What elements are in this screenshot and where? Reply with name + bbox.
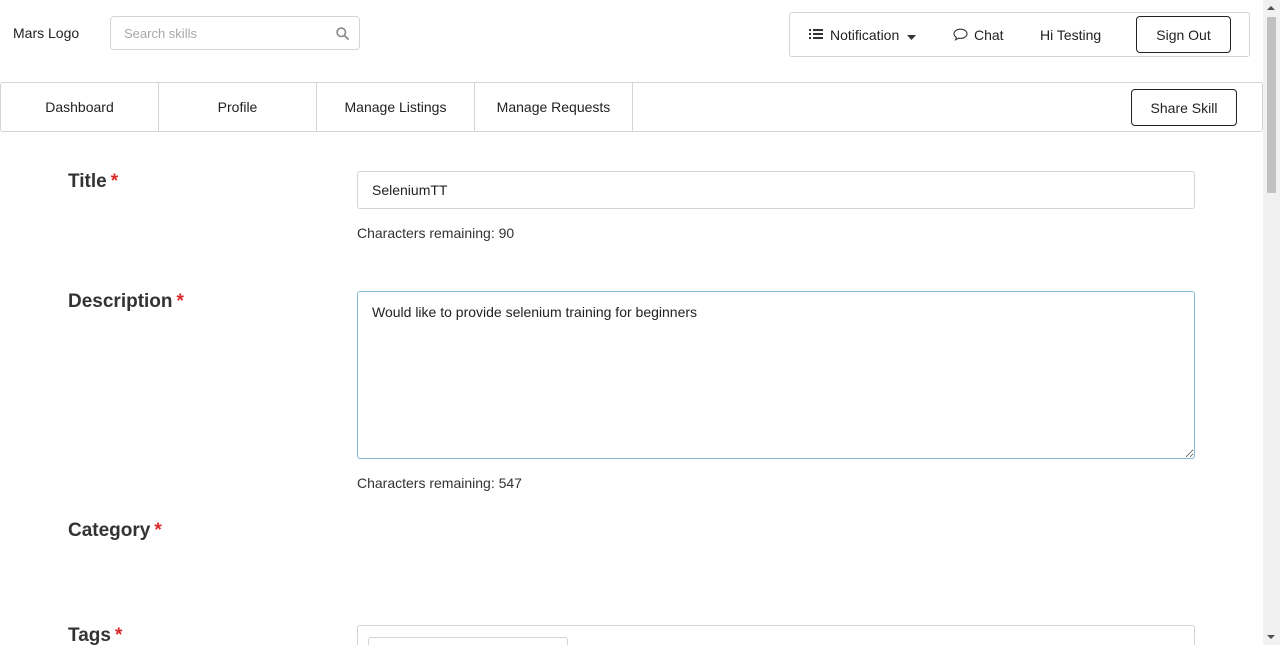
tags-label-text: Tags <box>68 625 111 645</box>
required-marker: * <box>176 291 184 312</box>
chat-bubble-icon <box>953 28 968 41</box>
mars-logo[interactable]: Mars Logo <box>13 25 79 41</box>
chat-label: Chat <box>974 26 1004 43</box>
sign-out-button[interactable]: Sign Out <box>1136 16 1231 53</box>
description-characters-remaining: Characters remaining: 547 <box>357 475 522 491</box>
search-icon[interactable] <box>336 27 349 45</box>
title-characters-remaining: Characters remaining: 90 <box>357 225 515 241</box>
user-menu: Notification Chat Hi Testing Sign Out <box>789 12 1250 57</box>
caret-down-icon <box>907 27 917 43</box>
title-input[interactable] <box>357 171 1195 209</box>
tab-profile[interactable]: Profile <box>159 83 317 131</box>
title-label-text: Title <box>68 171 107 192</box>
description-label: Description * <box>68 291 184 313</box>
category-label-text: Category <box>68 520 151 541</box>
tab-dashboard[interactable]: Dashboard <box>1 83 159 131</box>
tab-manage-listings[interactable]: Manage Listings <box>317 83 475 131</box>
main-nav: Dashboard Profile Manage Listings Manage… <box>0 82 1263 132</box>
description-label-text: Description <box>68 291 173 312</box>
tags-field[interactable] <box>357 625 1195 645</box>
user-greeting[interactable]: Hi Testing <box>1040 13 1101 56</box>
scroll-up-arrow-icon[interactable] <box>1267 6 1275 10</box>
tags-label: Tags * <box>68 625 122 645</box>
required-marker: * <box>154 520 162 541</box>
scrollbar-thumb[interactable] <box>1267 17 1276 193</box>
required-marker: * <box>110 171 119 192</box>
chat-link[interactable]: Chat <box>953 13 1004 56</box>
search-box <box>110 16 360 50</box>
share-skill-button[interactable]: Share Skill <box>1131 89 1237 126</box>
required-marker: * <box>114 625 123 645</box>
category-label: Category * <box>68 520 162 542</box>
search-input[interactable] <box>111 17 321 49</box>
tags-input[interactable] <box>368 637 568 645</box>
scroll-down-arrow-icon[interactable] <box>1267 635 1275 639</box>
page-scrollbar[interactable] <box>1263 0 1280 645</box>
notification-dropdown[interactable]: Notification <box>809 13 917 56</box>
description-textarea[interactable]: Would like to provide selenium training … <box>357 291 1195 459</box>
notification-label: Notification <box>830 26 900 43</box>
list-icon <box>809 27 823 43</box>
tab-manage-requests[interactable]: Manage Requests <box>475 83 633 131</box>
title-label: Title * <box>68 171 118 193</box>
